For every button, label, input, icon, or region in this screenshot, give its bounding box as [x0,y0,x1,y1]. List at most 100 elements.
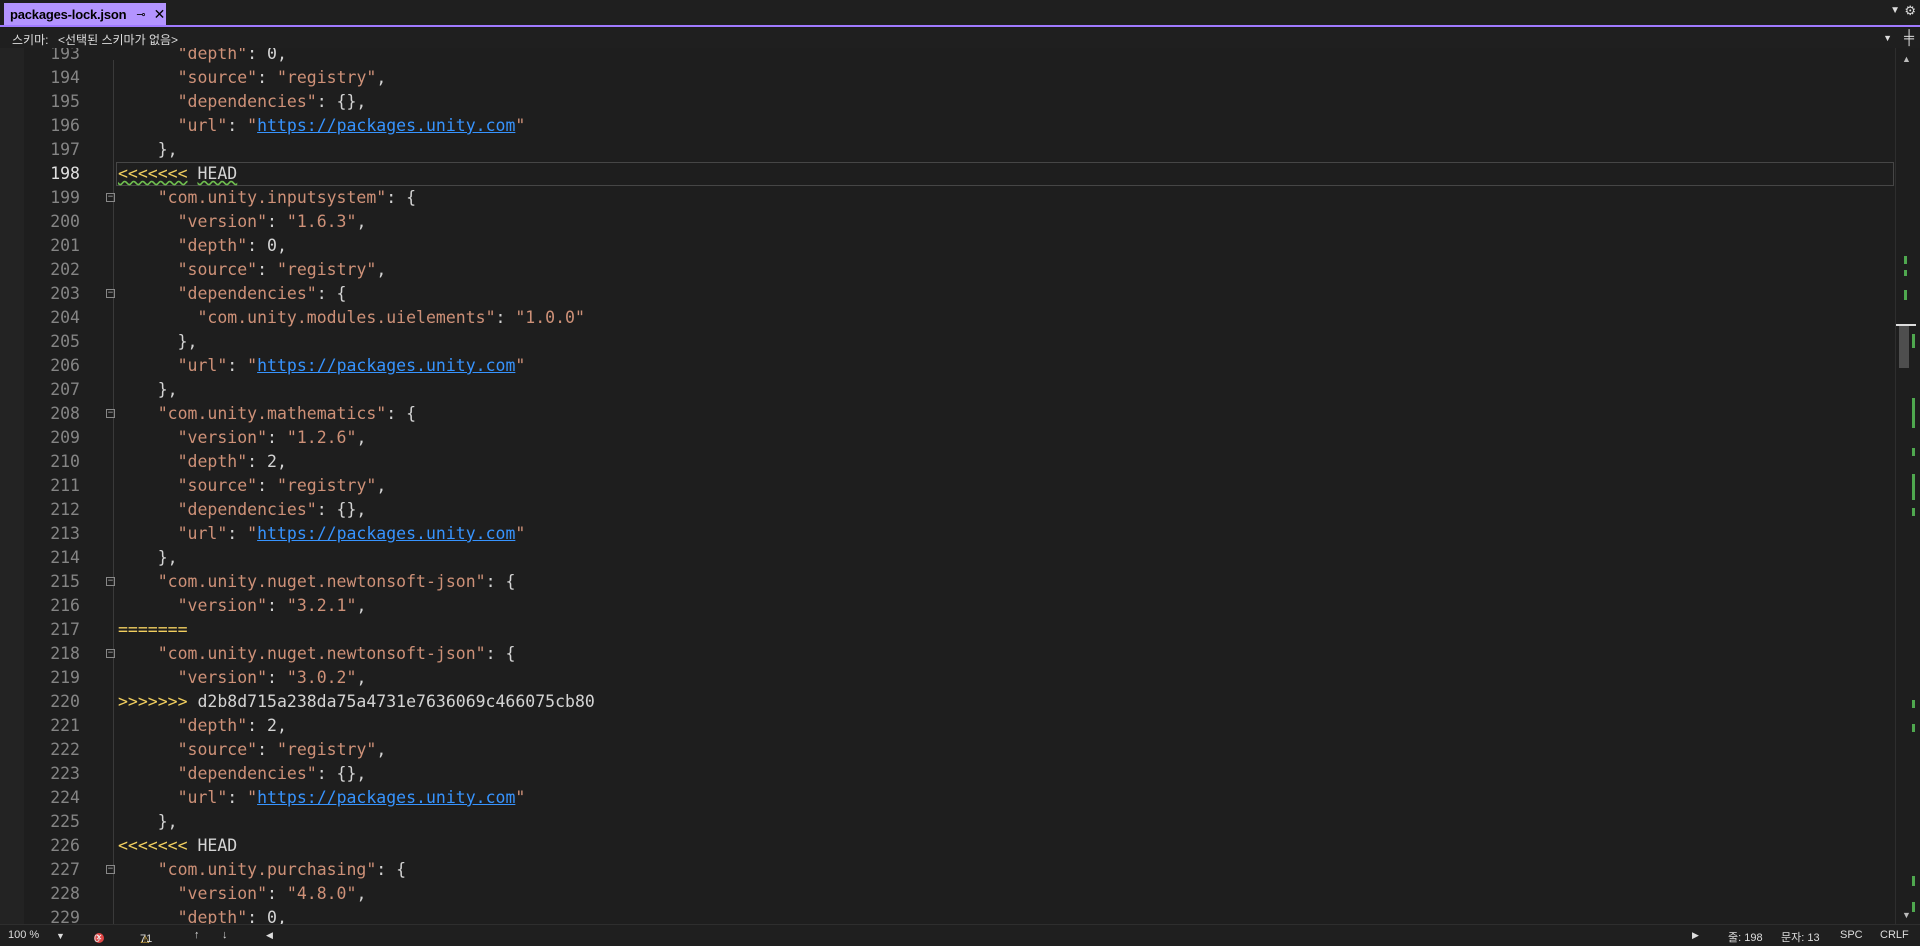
collapse-icon[interactable]: − [106,577,115,586]
code-line[interactable]: 211 "source": "registry", [0,474,1895,498]
code-line[interactable]: 226 <<<<<<< HEAD [0,834,1895,858]
url-link[interactable]: https://packages.unity.com [257,788,515,807]
code-line[interactable]: 210 "depth": 2, [0,450,1895,474]
zoom-level[interactable]: 100 % [8,929,39,941]
scroll-up-icon[interactable]: ▲ [1902,54,1911,64]
code-token: : { [485,572,516,591]
code-token: , [356,596,367,615]
line-number: 223 [50,764,80,783]
code-line[interactable]: 205 }, [0,330,1895,354]
close-icon[interactable]: ✕ [154,6,166,23]
code-text: "com.unity.mathematics": { [118,402,416,426]
gear-icon[interactable]: ⚙ [1904,3,1916,19]
code-line[interactable]: 220 >>>>>>> d2b8d715a238da75a4731e7636069… [0,690,1895,714]
code-token: : [227,356,248,375]
code-line[interactable]: 222 "source": "registry", [0,738,1895,762]
code-line[interactable]: 202 "source": "registry", [0,258,1895,282]
code-line[interactable]: 200 "version": "1.6.3", [0,210,1895,234]
code-token: , [356,884,367,903]
code-text: "com.unity.modules.uielements": "1.0.0" [118,306,584,330]
code-line[interactable]: 213 "url": "https://packages.unity.com" [0,522,1895,546]
code-line[interactable]: 195 "dependencies": {}, [0,90,1895,114]
code-line[interactable]: 198 <<<<<<< HEAD [0,162,1895,186]
url-link[interactable]: https://packages.unity.com [257,356,515,375]
code-text: }, [118,378,178,402]
code-line[interactable]: 218 − "com.unity.nuget.newtonsoft-json": … [0,642,1895,666]
code-text: "depth": 2, [118,714,287,738]
code-line[interactable]: 228 "version": "4.8.0", [0,882,1895,906]
chevron-down-icon[interactable]: ▼ [1883,33,1892,43]
code-text: "dependencies": {}, [118,90,367,114]
current-line-highlight [116,162,1894,186]
code-line[interactable]: 203 − "dependencies": { [0,282,1895,306]
code-token: "registry" [276,260,377,279]
cursor-line[interactable]: 줄: 198 [1728,929,1763,945]
code-line[interactable]: 227 − "com.unity.purchasing": { [0,858,1895,882]
code-line[interactable]: 194 "source": "registry", [0,66,1895,90]
code-token: "registry" [276,476,377,495]
change-marker [1912,334,1915,348]
code-line[interactable]: 197 }, [0,138,1895,162]
code-line[interactable]: 207 }, [0,378,1895,402]
code-line[interactable]: 204 "com.unity.modules.uielements": "1.0… [0,306,1895,330]
change-marker [1904,256,1907,264]
line-number: 228 [50,884,80,903]
code-line[interactable]: 223 "dependencies": {}, [0,762,1895,786]
line-number: 218 [50,644,80,663]
schema-bar: 스키마: <선택된 스키마가 없음> ▼ ╪ [0,28,1920,49]
code-line[interactable]: 214 }, [0,546,1895,570]
code-token: " [515,356,526,375]
collapse-icon[interactable]: − [106,289,115,298]
code-line[interactable]: 217 ======= [0,618,1895,642]
code-line[interactable]: 216 "version": "3.2.1", [0,594,1895,618]
code-line[interactable]: 224 "url": "https://packages.unity.com" [0,786,1895,810]
pin-icon[interactable]: ⊸ [136,8,145,21]
code-token: : 0, [247,236,287,255]
url-link[interactable]: https://packages.unity.com [257,116,515,135]
line-number: 226 [50,836,80,855]
scroll-down-icon[interactable]: ▼ [1902,910,1911,920]
vertical-scrollbar[interactable]: ▲ ▼ [1895,48,1920,924]
code-line[interactable]: 229 "depth": 0, [0,906,1895,924]
collapse-icon[interactable]: − [106,409,115,418]
collapse-icon[interactable]: − [106,865,115,874]
schema-select[interactable]: <선택된 스키마가 없음> [58,31,178,48]
indentation-mode[interactable]: SPC [1840,929,1863,941]
next-issue-icon[interactable]: ↓ [222,929,228,941]
code-text: "url": "https://packages.unity.com" [118,354,526,378]
code-line[interactable]: 193 "depth": 0, [0,48,1895,66]
code-token: }, [118,140,178,159]
scroll-left-icon[interactable]: ◀ [266,930,273,941]
previous-issue-icon[interactable]: ↑ [194,929,200,941]
code-line[interactable]: 199 − "com.unity.inputsystem": { [0,186,1895,210]
code-line[interactable]: 221 "depth": 2, [0,714,1895,738]
code-line[interactable]: 225 }, [0,810,1895,834]
code-line[interactable]: 209 "version": "1.2.6", [0,426,1895,450]
scrollbar-thumb[interactable] [1899,326,1909,368]
code-line[interactable]: 212 "dependencies": {}, [0,498,1895,522]
line-ending[interactable]: CRLF [1880,929,1909,941]
zoom-dropdown-icon[interactable]: ▼ [56,931,65,941]
code-text: "version": "3.0.2", [118,666,367,690]
collapse-icon[interactable]: − [106,649,115,658]
split-editor-icon[interactable]: ╪ [1904,29,1914,45]
code-line[interactable]: 219 "version": "3.0.2", [0,666,1895,690]
cursor-column[interactable]: 문자: 13 [1781,929,1820,945]
document-tab[interactable]: packages-lock.json ⊸ ✕ [4,3,166,26]
tab-list-dropdown-icon[interactable]: ▼ [1890,5,1900,16]
code-editor[interactable]: 193 "depth": 0, 194 "source": "registry",… [0,48,1895,924]
code-line[interactable]: 201 "depth": 0, [0,234,1895,258]
code-line[interactable]: 196 "url": "https://packages.unity.com" [0,114,1895,138]
scroll-right-icon[interactable]: ▶ [1692,930,1699,941]
code-token: "version" [177,884,268,903]
code-token: "url" [177,524,228,543]
line-number: 209 [50,428,80,447]
url-link[interactable]: https://packages.unity.com [257,524,515,543]
code-line[interactable]: 208 − "com.unity.mathematics": { [0,402,1895,426]
collapse-icon[interactable]: − [106,193,115,202]
code-token: "registry" [276,68,377,87]
code-line[interactable]: 206 "url": "https://packages.unity.com" [0,354,1895,378]
code-line[interactable]: 215 − "com.unity.nuget.newtonsoft-json": … [0,570,1895,594]
